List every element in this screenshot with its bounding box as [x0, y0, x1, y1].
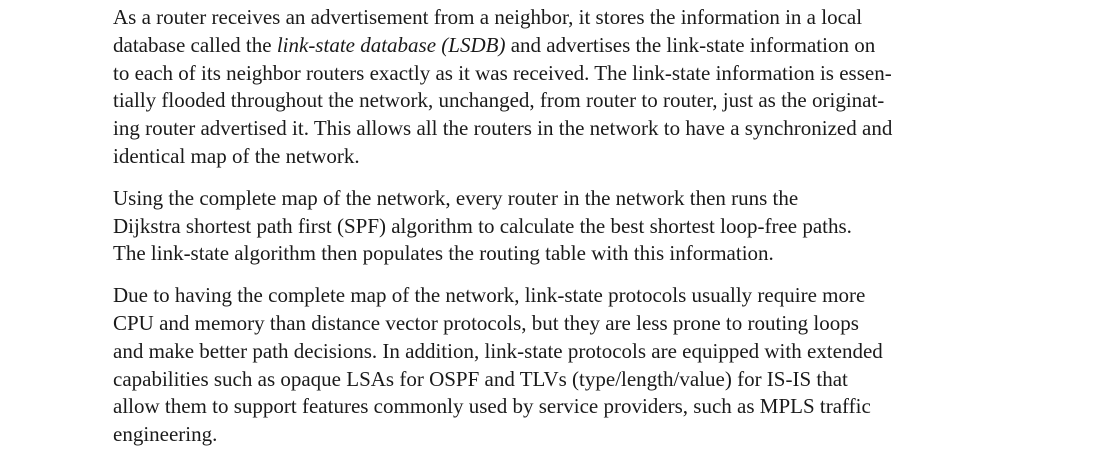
- text-line: Dijkstra shortest path first (SPF) algor…: [113, 213, 852, 238]
- text-line: Due to having the complete map of the ne…: [113, 283, 866, 308]
- text-line: CPU and memory than distance vector prot…: [113, 310, 859, 335]
- term-link-state-database: link-state database (LSDB): [276, 32, 506, 57]
- text-line: capabilities such as opaque LSAs for OSP…: [113, 366, 848, 391]
- text-line: to each of its neighbor routers exactly …: [113, 60, 892, 85]
- paragraph-resource-requirements: Due to having the complete map of the ne…: [113, 282, 985, 449]
- document-body: As a router receives an advertisement fr…: [113, 4, 985, 463]
- text-line: Using the complete map of the network, e…: [113, 185, 799, 210]
- text-line: As a router receives an advertisement fr…: [113, 5, 863, 29]
- text-line: ing router advertised it. This allows al…: [113, 116, 893, 141]
- text-line: engineering.: [113, 422, 218, 447]
- text-line: tially flooded throughout the network, u…: [113, 88, 885, 113]
- text-line: allow them to support features commonly …: [113, 394, 871, 419]
- text-line: identical map of the network.: [113, 143, 360, 168]
- paragraph-lsdb-flooding: As a router receives an advertisement fr…: [113, 4, 985, 171]
- text-line: database called the link-state database …: [113, 32, 876, 57]
- paragraph-spf-algorithm: Using the complete map of the network, e…: [113, 185, 985, 268]
- text-line: and make better path decisions. In addit…: [113, 338, 883, 363]
- text-line: The link-state algorithm then populates …: [113, 241, 774, 266]
